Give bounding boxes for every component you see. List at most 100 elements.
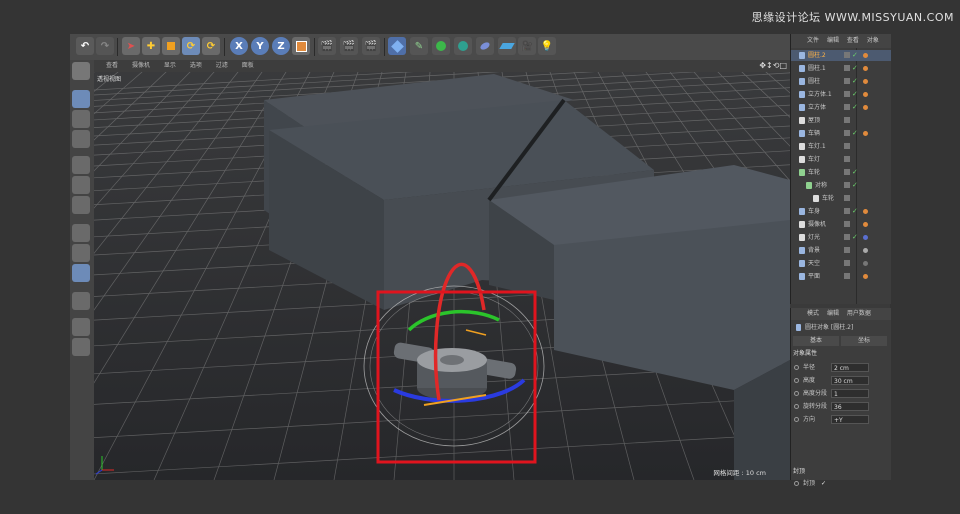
object-name[interactable]: 屋顶: [808, 115, 820, 126]
attribute-value-field[interactable]: 1: [831, 389, 869, 398]
object-row[interactable]: 车灯.1: [791, 141, 891, 152]
tag-icon[interactable]: [863, 53, 868, 58]
visibility-toggle[interactable]: [844, 143, 850, 149]
array-icon[interactable]: [454, 37, 472, 55]
visibility-toggle[interactable]: [844, 52, 850, 58]
scale-icon[interactable]: [162, 37, 180, 55]
am-menu-mode[interactable]: 模式: [807, 310, 819, 317]
planar-workplane-icon[interactable]: [72, 338, 90, 356]
enabled-check-icon[interactable]: ✓: [852, 102, 858, 113]
tab-coordinates[interactable]: 坐标: [841, 336, 887, 346]
move-icon[interactable]: ✚: [142, 37, 160, 55]
render-view-icon[interactable]: 🎬: [318, 37, 336, 55]
enabled-check-icon[interactable]: ✓: [852, 128, 858, 139]
object-name[interactable]: 对称: [815, 180, 827, 191]
visibility-toggle[interactable]: [844, 221, 850, 227]
redo-icon[interactable]: ↷: [96, 37, 114, 55]
enabled-check-icon[interactable]: ✓: [852, 167, 858, 178]
object-name[interactable]: 平面: [808, 271, 820, 282]
object-row[interactable]: 平面: [791, 271, 891, 282]
visibility-toggle[interactable]: [844, 260, 850, 266]
om-menu-edit[interactable]: 编辑: [827, 37, 839, 44]
object-row[interactable]: 灯光 ✓: [791, 232, 891, 243]
viewport-navigation-icons[interactable]: ✥↕⟲□: [759, 61, 787, 70]
workplane-mode-icon[interactable]: [72, 130, 90, 148]
viewport-menu-panel[interactable]: 面板: [242, 62, 254, 69]
render-settings-icon[interactable]: 🎬: [362, 37, 380, 55]
enabled-check-icon[interactable]: ✓: [852, 206, 858, 217]
attribute-value-field[interactable]: 2 cm: [831, 363, 869, 372]
tag-icon[interactable]: [863, 92, 868, 97]
object-name[interactable]: 圆柱.1: [808, 63, 826, 74]
om-menu-file[interactable]: 文件: [807, 37, 819, 44]
texture-mode-icon[interactable]: [72, 110, 90, 128]
enabled-check-icon[interactable]: ✓: [852, 76, 858, 87]
workplane-lock-icon[interactable]: [72, 318, 90, 336]
pen-spline-icon[interactable]: ✎: [410, 37, 428, 55]
perspective-viewport[interactable]: 查看 摄像机 显示 选项 过滤 面板 ✥↕⟲□ 透视视图 网格间距 : 10 c…: [94, 60, 790, 480]
object-name[interactable]: 摄像机: [808, 219, 826, 230]
object-name[interactable]: 车轮: [808, 167, 820, 178]
object-name[interactable]: 车灯.1: [808, 141, 826, 152]
tag-icon[interactable]: [863, 235, 868, 240]
am-menu-edit[interactable]: 编辑: [827, 310, 839, 317]
y-axis-lock-button[interactable]: Y: [251, 37, 269, 55]
viewport-menu-display[interactable]: 显示: [164, 62, 176, 69]
visibility-toggle[interactable]: [844, 130, 850, 136]
object-row[interactable]: 车轮: [791, 193, 891, 204]
object-name[interactable]: 圆柱: [808, 76, 820, 87]
object-row[interactable]: 圆柱.2 ✓: [791, 50, 891, 61]
enabled-check-icon[interactable]: ✓: [852, 180, 858, 191]
tag-icon[interactable]: [863, 209, 868, 214]
tag-icon[interactable]: [863, 261, 868, 266]
enabled-check-icon[interactable]: ✓: [852, 232, 858, 243]
x-axis-lock-button[interactable]: X: [230, 37, 248, 55]
object-row[interactable]: 圆柱 ✓: [791, 76, 891, 87]
animate-dot-icon[interactable]: [794, 404, 799, 409]
object-name[interactable]: 车身: [808, 206, 820, 217]
object-name[interactable]: 灯光: [808, 232, 820, 243]
deformer-icon[interactable]: [476, 37, 494, 55]
tag-icon[interactable]: [863, 222, 868, 227]
undo-icon[interactable]: ↶: [76, 37, 94, 55]
visibility-toggle[interactable]: [844, 208, 850, 214]
om-menu-objects[interactable]: 对象: [867, 37, 879, 44]
z-axis-lock-button[interactable]: Z: [272, 37, 290, 55]
animate-dot-icon[interactable]: [794, 365, 799, 370]
om-menu-view[interactable]: 查看: [847, 37, 859, 44]
magnet-icon[interactable]: [72, 292, 90, 310]
visibility-toggle[interactable]: [844, 78, 850, 84]
animate-dot-icon[interactable]: [794, 391, 799, 396]
recent-tool-icon[interactable]: ⟳: [202, 37, 220, 55]
am-menu-userdata[interactable]: 用户数据: [847, 310, 871, 317]
object-name[interactable]: 背景: [808, 245, 820, 256]
model-mode-icon[interactable]: [72, 90, 90, 108]
visibility-toggle[interactable]: [844, 234, 850, 240]
animate-dot-icon[interactable]: [794, 417, 799, 422]
tag-icon[interactable]: [863, 105, 868, 110]
object-name[interactable]: 天空: [808, 258, 820, 269]
enabled-check-icon[interactable]: ✓: [852, 63, 858, 74]
visibility-toggle[interactable]: [844, 65, 850, 71]
tag-icon[interactable]: [863, 66, 868, 71]
tag-icon[interactable]: [863, 274, 868, 279]
visibility-toggle[interactable]: [844, 182, 850, 188]
object-name[interactable]: 立方体.1: [808, 89, 832, 100]
cube-primitive-icon[interactable]: [388, 37, 406, 55]
object-name[interactable]: 车辆: [808, 128, 820, 139]
subdivision-surface-icon[interactable]: [432, 37, 450, 55]
viewport-menu-view[interactable]: 查看: [106, 62, 118, 69]
object-row[interactable]: 车灯: [791, 154, 891, 165]
coordinate-system-icon[interactable]: [292, 37, 310, 55]
floor-icon[interactable]: [498, 37, 516, 55]
render-picture-viewer-icon[interactable]: 🎬: [340, 37, 358, 55]
light-bulb-icon[interactable]: 💡: [538, 37, 556, 55]
visibility-toggle[interactable]: [844, 273, 850, 279]
make-editable-icon[interactable]: [72, 62, 90, 80]
tab-basic[interactable]: 基本: [793, 336, 839, 346]
polygons-mode-icon[interactable]: [72, 196, 90, 214]
visibility-toggle[interactable]: [844, 104, 850, 110]
attribute-value-field[interactable]: 36: [831, 402, 869, 411]
object-row[interactable]: 立方体.1 ✓: [791, 89, 891, 100]
visibility-toggle[interactable]: [844, 117, 850, 123]
